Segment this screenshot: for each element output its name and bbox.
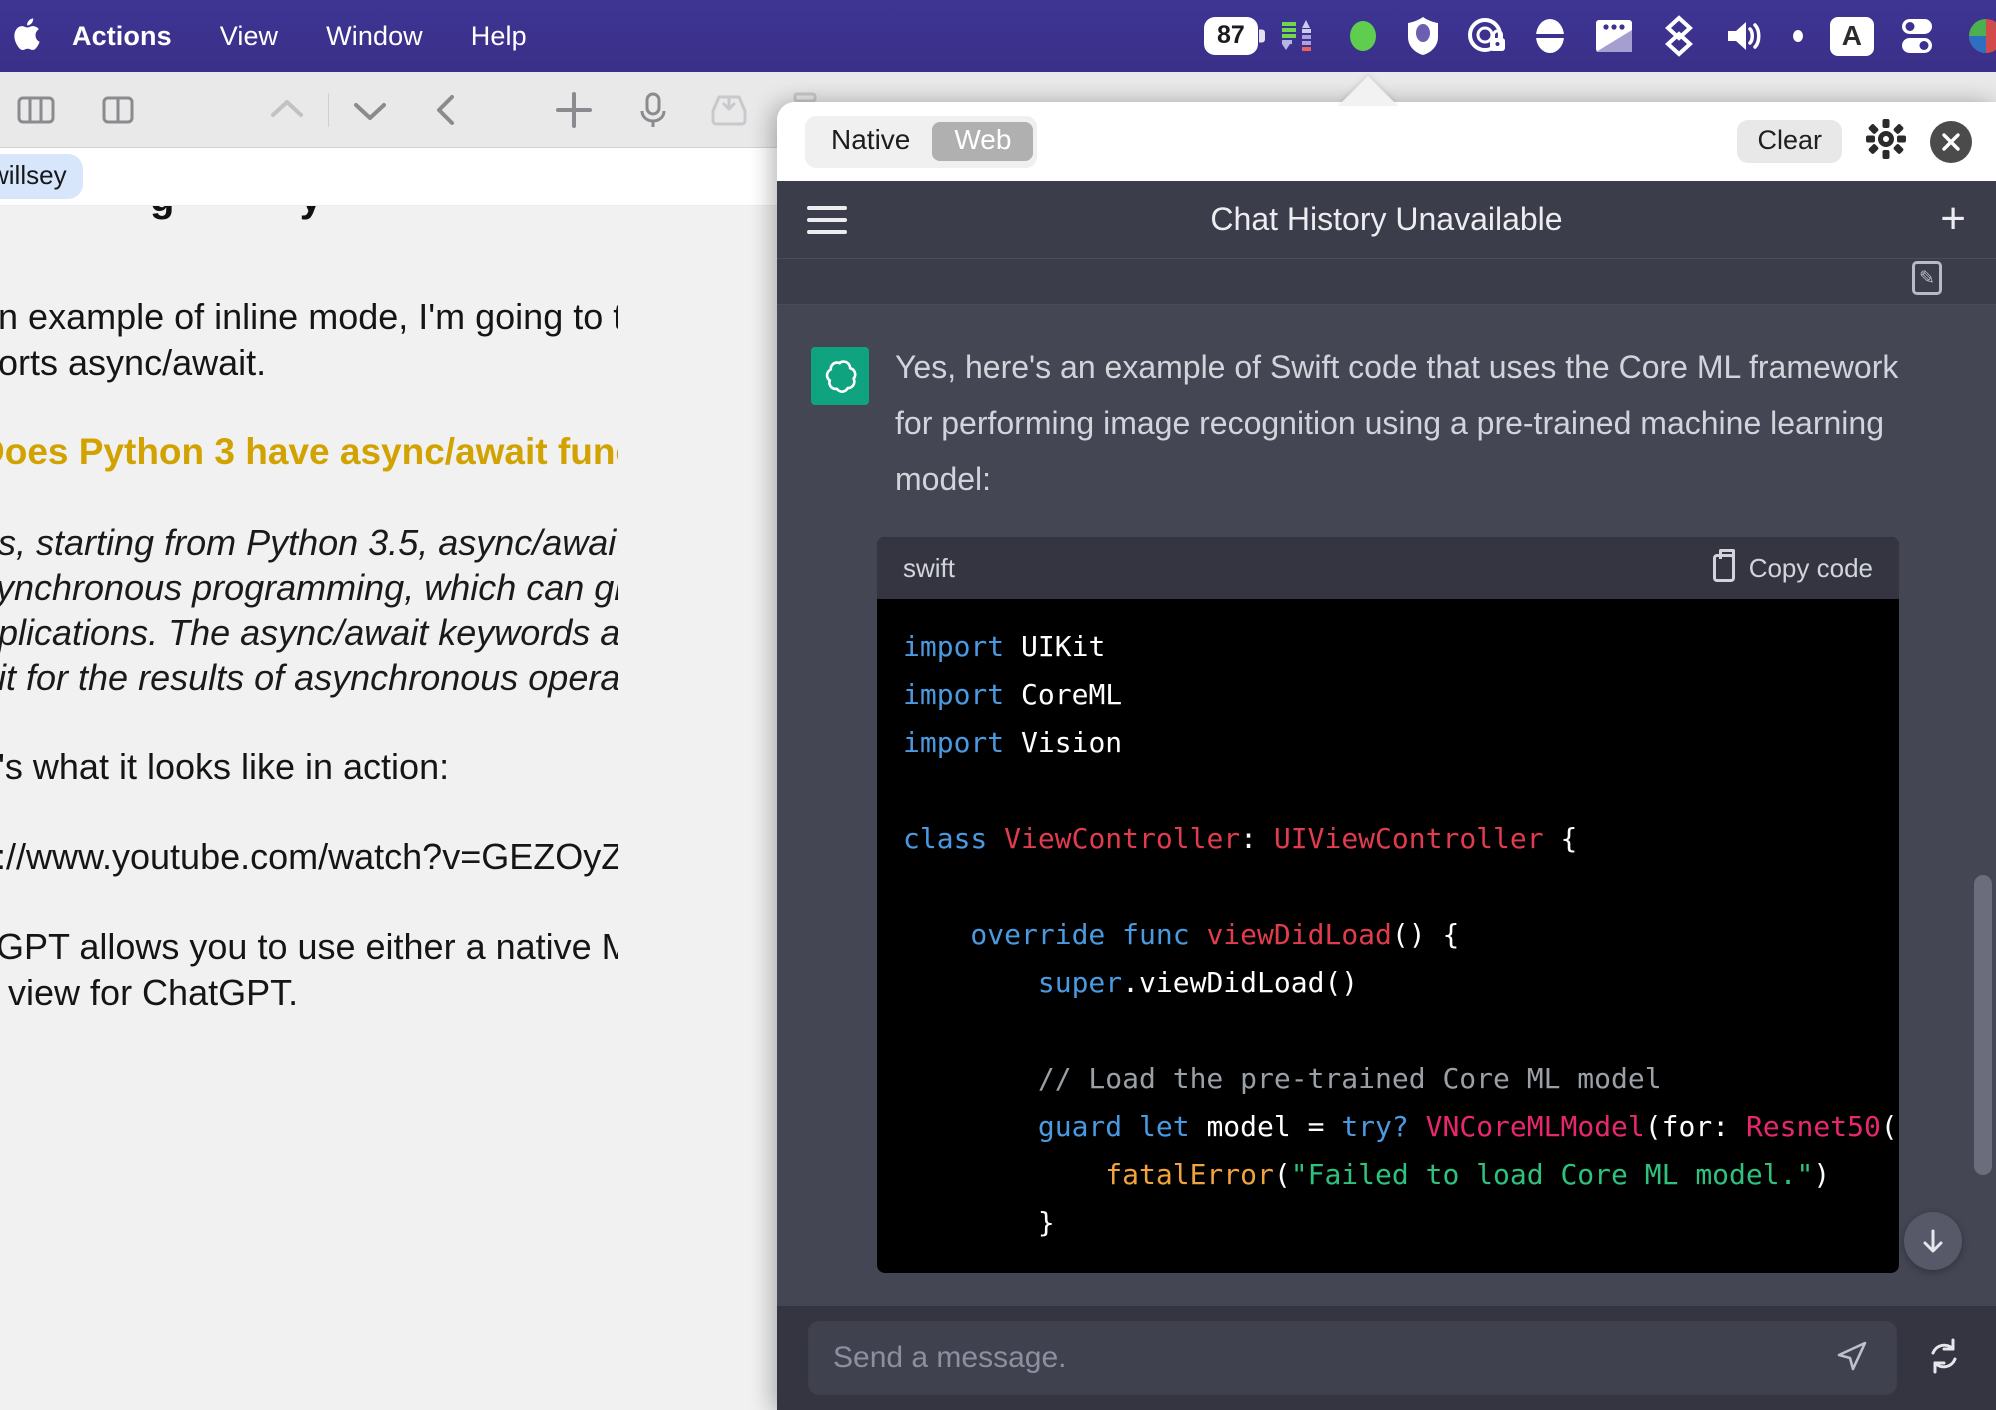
popover-caret <box>1338 76 1398 106</box>
doc-paragraph-line-1: an example of inline mode, I'm going to … <box>0 296 618 337</box>
mode-web-tab[interactable]: Web <box>932 122 1034 161</box>
chat-panel: Chat History Unavailable + ✎ Yes, here's… <box>777 181 1996 1410</box>
popover-header: Native Web Clear <box>777 102 1996 181</box>
next-message-chevron-down-icon[interactable] <box>343 88 397 132</box>
window-manager-icon[interactable] <box>1592 16 1636 56</box>
doc-clipped-heading: g — — y <box>150 206 770 221</box>
assistant-message: Yes, here's an example of Swift code tha… <box>777 305 1996 1273</box>
green-dot-icon[interactable] <box>1346 17 1380 55</box>
copy-code-label: Copy code <box>1748 552 1873 583</box>
assistant-message-body: Yes, here's an example of Swift code tha… <box>869 339 1941 1273</box>
copy-code-button[interactable]: Copy code <box>1712 549 1873 584</box>
doc-closing-line-1: cGPT allows you to use either a native M… <box>0 926 618 967</box>
recipient-tag[interactable]: willsey <box>0 154 83 199</box>
arrow-down-icon[interactable] <box>1904 1212 1962 1270</box>
code-language-label: swift <box>903 552 955 583</box>
menu-actions[interactable]: Actions <box>48 21 196 52</box>
shield-droplet-icon[interactable] <box>1402 14 1444 58</box>
stats-bars-icon[interactable] <box>1280 16 1324 56</box>
doc-italic-line-3: pplications. The async/await keywords ar… <box>0 612 618 653</box>
code-block-header: swift Copy code <box>877 537 1899 599</box>
doc-paragraph-line-2: ports async/await. <box>0 342 267 383</box>
doc-question-heading: Does Python 3 have async/await funct <box>0 431 618 472</box>
menu-window[interactable]: Window <box>302 21 447 52</box>
doc-closing-line-2: o view for ChatGPT. <box>0 972 299 1013</box>
refresh-icon[interactable] <box>1922 1334 1966 1383</box>
close-icon[interactable] <box>1930 120 1972 163</box>
apple-menu-icon[interactable] <box>0 16 48 57</box>
chat-subbar: ✎ <box>777 259 1996 305</box>
capsule-icon[interactable] <box>1530 15 1570 57</box>
menu-bar-status-items: 87 A <box>1203 0 1996 72</box>
send-paper-plane-icon[interactable] <box>1832 1336 1872 1381</box>
control-center-icon[interactable] <box>1896 14 1938 58</box>
message-input[interactable]: Send a message. <box>809 1322 1896 1394</box>
new-chat-plus-icon[interactable]: + <box>1940 197 1966 241</box>
clear-button[interactable]: Clear <box>1737 120 1842 163</box>
compose-plus-icon[interactable] <box>549 85 599 135</box>
toggle-sidebar-icon[interactable] <box>14 88 58 132</box>
code-content[interactable]: import UIKit import CoreML import Vision… <box>877 599 1899 1273</box>
small-dot-icon[interactable] <box>1788 26 1808 46</box>
archive-inbox-icon[interactable] <box>705 87 753 133</box>
chat-message-list[interactable]: Yes, here's an example of Swift code tha… <box>777 305 1996 1306</box>
chat-scrollbar[interactable] <box>1974 875 1992 1175</box>
share-edit-icon[interactable]: ✎ <box>1912 261 1942 295</box>
menu-help[interactable]: Help <box>447 21 551 52</box>
mode-segmented-control[interactable]: Native Web <box>805 115 1038 168</box>
message-input-placeholder: Send a message. <box>833 1341 1067 1374</box>
spotlight-icon[interactable] <box>1960 15 1996 57</box>
clipboard-icon <box>1712 549 1735 582</box>
doc-italic-line-2: synchronous programming, which can gre <box>0 567 618 608</box>
timing-lock-icon[interactable] <box>1466 14 1508 58</box>
chat-composer: Send a message. <box>777 1306 1996 1410</box>
keyboard-input-a-icon[interactable]: A <box>1829 16 1874 56</box>
doc-lead-in-line: e's what it looks like in action: <box>0 746 450 787</box>
code-block: swift Copy code import UIKit import Core… <box>877 537 1899 1273</box>
chat-title: Chat History Unavailable <box>1210 201 1563 237</box>
microphone-icon[interactable] <box>631 86 675 134</box>
mode-native-tab[interactable]: Native <box>809 122 932 161</box>
layers-diamond-icon[interactable] <box>1658 14 1700 58</box>
chat-topbar: Chat History Unavailable + <box>777 181 1996 259</box>
macos-menu-bar: Actions View Window Help 87 A <box>0 0 1996 72</box>
popover-header-actions: Clear <box>1737 117 1972 166</box>
volume-icon[interactable] <box>1722 16 1766 56</box>
toggle-panel-icon[interactable] <box>96 88 140 132</box>
doc-url-line: s://www.youtube.com/watch?v=GEZOyZ6 <box>0 836 618 877</box>
chatgpt-popover: Native Web Clear Chat History Unavailabl… <box>777 102 1996 1410</box>
menu-view[interactable]: View <box>196 21 302 52</box>
battery-percent-indicator[interactable]: 87 <box>1203 17 1258 55</box>
doc-italic-line-1: es, starting from Python 3.5, async/awai… <box>0 522 618 563</box>
assistant-message-text: Yes, here's an example of Swift code tha… <box>895 349 1899 497</box>
hamburger-menu-icon[interactable] <box>807 205 847 234</box>
previous-message-chevron-up-icon[interactable] <box>260 88 314 132</box>
gear-icon[interactable] <box>1864 117 1908 166</box>
back-chevron-left-icon[interactable] <box>425 88 469 132</box>
doc-italic-line-4: ait for the results of asynchronous oper… <box>0 657 618 698</box>
toolbar-divider <box>328 92 329 127</box>
openai-logo-icon <box>811 347 869 405</box>
